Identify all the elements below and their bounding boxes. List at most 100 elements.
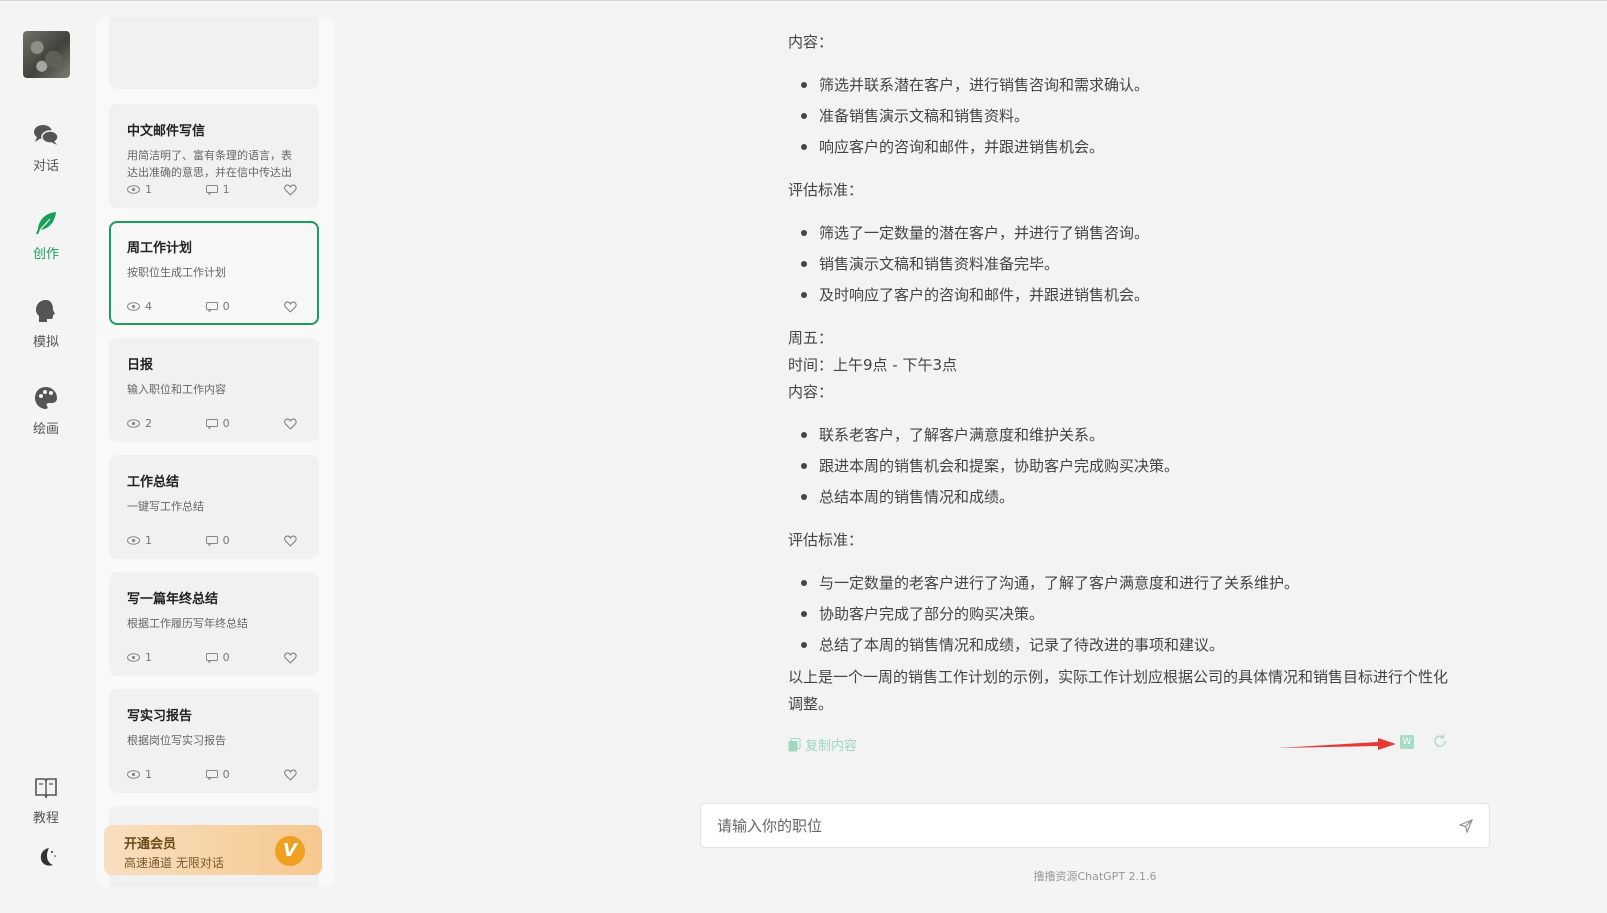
- comment-count: 0: [222, 300, 230, 313]
- comment-icon: [205, 769, 218, 780]
- rail-label: 教程: [32, 811, 59, 826]
- rail-item-create[interactable]: 创作: [0, 209, 92, 262]
- moon-icon: [40, 848, 56, 866]
- comment-count: 0: [222, 651, 230, 664]
- eye-icon: [127, 302, 140, 311]
- composer[interactable]: [700, 803, 1490, 848]
- paragraph: 内容：: [788, 33, 834, 51]
- comment-count: 0: [222, 417, 230, 430]
- book-icon: [35, 778, 57, 799]
- card-desc: 输入职位和工作内容: [127, 383, 226, 396]
- bullet-text: 筛选并联系潜在客户，进行销售咨询和需求确认。: [819, 76, 1150, 94]
- comment-count: 0: [222, 534, 230, 547]
- copy-label: 复制内容: [805, 739, 858, 754]
- heart-icon[interactable]: [284, 184, 297, 196]
- card-stats: 2 0: [127, 417, 297, 430]
- card-title: 写一篇年终总结: [127, 592, 219, 607]
- rail-label: 绘画: [32, 422, 59, 437]
- comment-count: 0: [222, 768, 230, 781]
- model-card-daily-report[interactable]: 日报 输入职位和工作内容 2 0: [109, 338, 319, 442]
- bullet-item: 总结本周的销售情况和成绩。: [801, 486, 1014, 507]
- heart-icon[interactable]: [284, 418, 297, 430]
- rail-item-draw[interactable]: 绘画: [0, 384, 92, 437]
- bullet-text: 销售演示文稿和销售资料准备完毕。: [819, 255, 1060, 273]
- card-stats: 1 0: [127, 651, 297, 664]
- head-icon: [36, 300, 55, 322]
- avatar[interactable]: [23, 31, 70, 78]
- model-card[interactable]: [109, 17, 319, 89]
- bullet-item: 销售演示文稿和销售资料准备完毕。: [801, 253, 1059, 274]
- eye-icon: [127, 770, 140, 779]
- paragraph: 评估标准：: [788, 531, 864, 549]
- card-title: 中文邮件写信: [127, 124, 206, 139]
- view-count: 2: [145, 417, 152, 430]
- rail-item-tutorial[interactable]: 教程: [0, 773, 92, 826]
- bullet-text: 及时响应了客户的咨询和邮件，并跟进销售机会。: [819, 286, 1150, 304]
- heart-icon[interactable]: [284, 769, 297, 781]
- comment-icon: [205, 652, 218, 663]
- copy-button[interactable]: 复制内容: [788, 735, 857, 754]
- rail-item-chat[interactable]: 对话: [0, 121, 92, 174]
- card-stats: 1 0: [127, 768, 297, 781]
- send-icon[interactable]: [1459, 818, 1473, 833]
- model-card-year-end[interactable]: 写一篇年终总结 根据工作履历写年终总结 1 0: [109, 572, 319, 676]
- model-card-email[interactable]: 中文邮件写信 用简洁明了、富有条理的语言，表达出准确的意思，并在信中传达出 1 …: [109, 104, 319, 208]
- model-card-internship[interactable]: 写实习报告 根据岗位写实习报告 1 0: [109, 689, 319, 793]
- model-card-weekly-plan[interactable]: 周工作计划 按职位生成工作计划 4 0: [109, 221, 319, 325]
- bullet-item: 总结了本周的销售情况和成绩，记录了待改进的事项和建议。: [801, 634, 1224, 655]
- view-count: 1: [145, 768, 152, 781]
- card-stats: 1 1: [127, 183, 297, 196]
- bullet-item: 跟进本周的销售机会和提案，协助客户完成购买决策。: [801, 455, 1179, 476]
- card-title: 日报: [127, 358, 154, 373]
- card-title: 工作总结: [127, 475, 180, 490]
- export-word-button[interactable]: W: [1400, 735, 1414, 749]
- eye-icon: [127, 536, 140, 545]
- heart-icon[interactable]: [284, 535, 297, 547]
- copy-icon: [788, 737, 801, 751]
- bullet-text: 总结了本周的销售情况和成绩，记录了待改进的事项和建议。: [819, 636, 1225, 654]
- card-desc: 用简洁明了、富有条理的语言，表达出准确的意思，并在信中传达出: [127, 149, 292, 179]
- view-count: 1: [145, 534, 152, 547]
- card-stats: 4 0: [127, 300, 297, 313]
- paragraph: 时间：上午9点 - 下午3点: [788, 356, 958, 374]
- vip-badge-icon: V: [275, 836, 305, 866]
- model-card-work-summary[interactable]: 工作总结 一键写工作总结 1 0: [109, 455, 319, 559]
- paragraph: 以上是一个一周的销售工作计划的示例，实际工作计划应根据公司的具体情况和销售目标进…: [788, 668, 1449, 713]
- heart-icon[interactable]: [284, 652, 297, 664]
- bullet-text: 响应客户的咨询和邮件，并跟进销售机会。: [819, 138, 1105, 156]
- bullet-item: 联系老客户，了解客户满意度和维护关系。: [801, 424, 1104, 445]
- eye-icon: [127, 185, 140, 194]
- assistant-message: 内容： 筛选并联系潜在客户，进行销售咨询和需求确认。 准备销售演示文稿和销售资料。响…: [705, 17, 1485, 775]
- bullet-text: 总结本周的销售情况和成绩。: [819, 488, 1015, 506]
- view-count: 1: [145, 651, 152, 664]
- card-desc: 根据工作履历写年终总结: [127, 617, 248, 630]
- bullet-text: 联系老客户，了解客户满意度和维护关系。: [819, 426, 1105, 444]
- nav-rail: 对话 创作 模拟 绘画 教程: [0, 1, 92, 913]
- theme-toggle[interactable]: [0, 843, 92, 877]
- paragraph: 评估标准：: [788, 181, 864, 199]
- card-title: 周工作计划: [127, 241, 193, 256]
- vip-banner[interactable]: 开通会员 高速通道 无限对话 V: [104, 825, 322, 875]
- message-input[interactable]: [717, 816, 1459, 835]
- palette-icon: [35, 387, 57, 409]
- bullet-item: 准备销售演示文稿和销售资料。: [801, 105, 1029, 126]
- chat-icon: [34, 125, 59, 145]
- heart-icon[interactable]: [284, 301, 297, 313]
- bullet-text: 准备销售演示文稿和销售资料。: [819, 107, 1030, 125]
- view-count: 1: [145, 183, 152, 196]
- rail-item-simulate[interactable]: 模拟: [0, 297, 92, 350]
- card-desc: 按职位生成工作计划: [127, 266, 226, 279]
- view-count: 4: [145, 300, 152, 313]
- refresh-icon[interactable]: [1432, 733, 1448, 749]
- eye-icon: [127, 419, 140, 428]
- bullet-text: 与一定数量的老客户进行了沟通，了解了客户满意度和进行了关系维护。: [819, 574, 1300, 592]
- rail-label: 模拟: [32, 335, 59, 350]
- bullet-item: 筛选并联系潜在客户，进行销售咨询和需求确认。: [801, 74, 1149, 95]
- comment-icon: [205, 535, 218, 546]
- bullet-item: 协助客户完成了部分的购买决策。: [801, 603, 1044, 624]
- rail-label: 对话: [32, 159, 59, 174]
- card-title: 写实习报告: [127, 709, 193, 724]
- bullet-text: 筛选了一定数量的潜在客户，并进行了销售咨询。: [819, 224, 1150, 242]
- bullet-text: 协助客户完成了部分的购买决策。: [819, 605, 1045, 623]
- paragraph: 内容：: [788, 383, 834, 401]
